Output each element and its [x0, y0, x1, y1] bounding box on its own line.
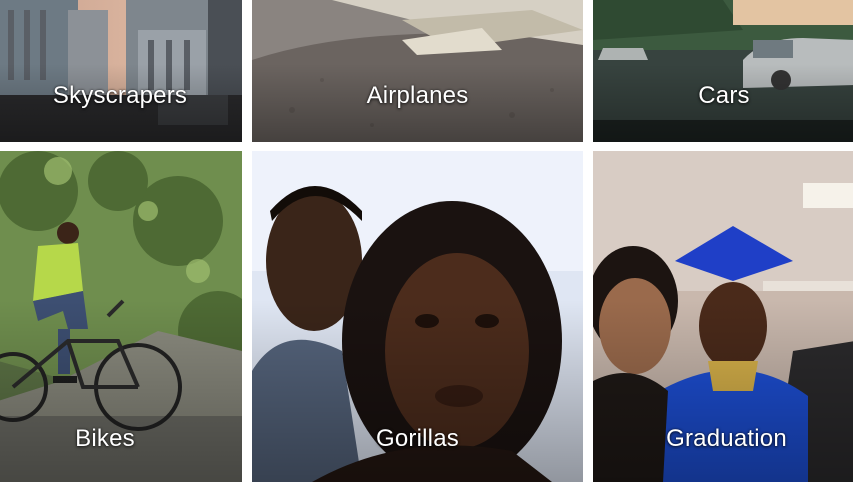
album-label: Graduation: [666, 425, 787, 452]
album-tile-graduation[interactable]: Graduation: [593, 151, 853, 482]
tile-shade: [593, 299, 853, 482]
album-label: Cars: [698, 82, 750, 109]
album-tile-airplanes[interactable]: Airplanes: [252, 0, 583, 142]
tile-shade: [0, 299, 242, 482]
album-label: Airplanes: [366, 82, 469, 109]
tile-shade: [252, 299, 583, 482]
album-label: Skyscrapers: [52, 82, 188, 109]
album-tile-cars[interactable]: Cars: [593, 0, 853, 142]
album-tile-gorillas[interactable]: Gorillas: [252, 151, 583, 482]
album-label: Gorillas: [376, 425, 459, 452]
album-tile-skyscrapers[interactable]: Skyscrapers: [0, 0, 242, 142]
album-tile-bikes[interactable]: Bikes: [0, 151, 242, 482]
album-label: Bikes: [75, 425, 135, 452]
